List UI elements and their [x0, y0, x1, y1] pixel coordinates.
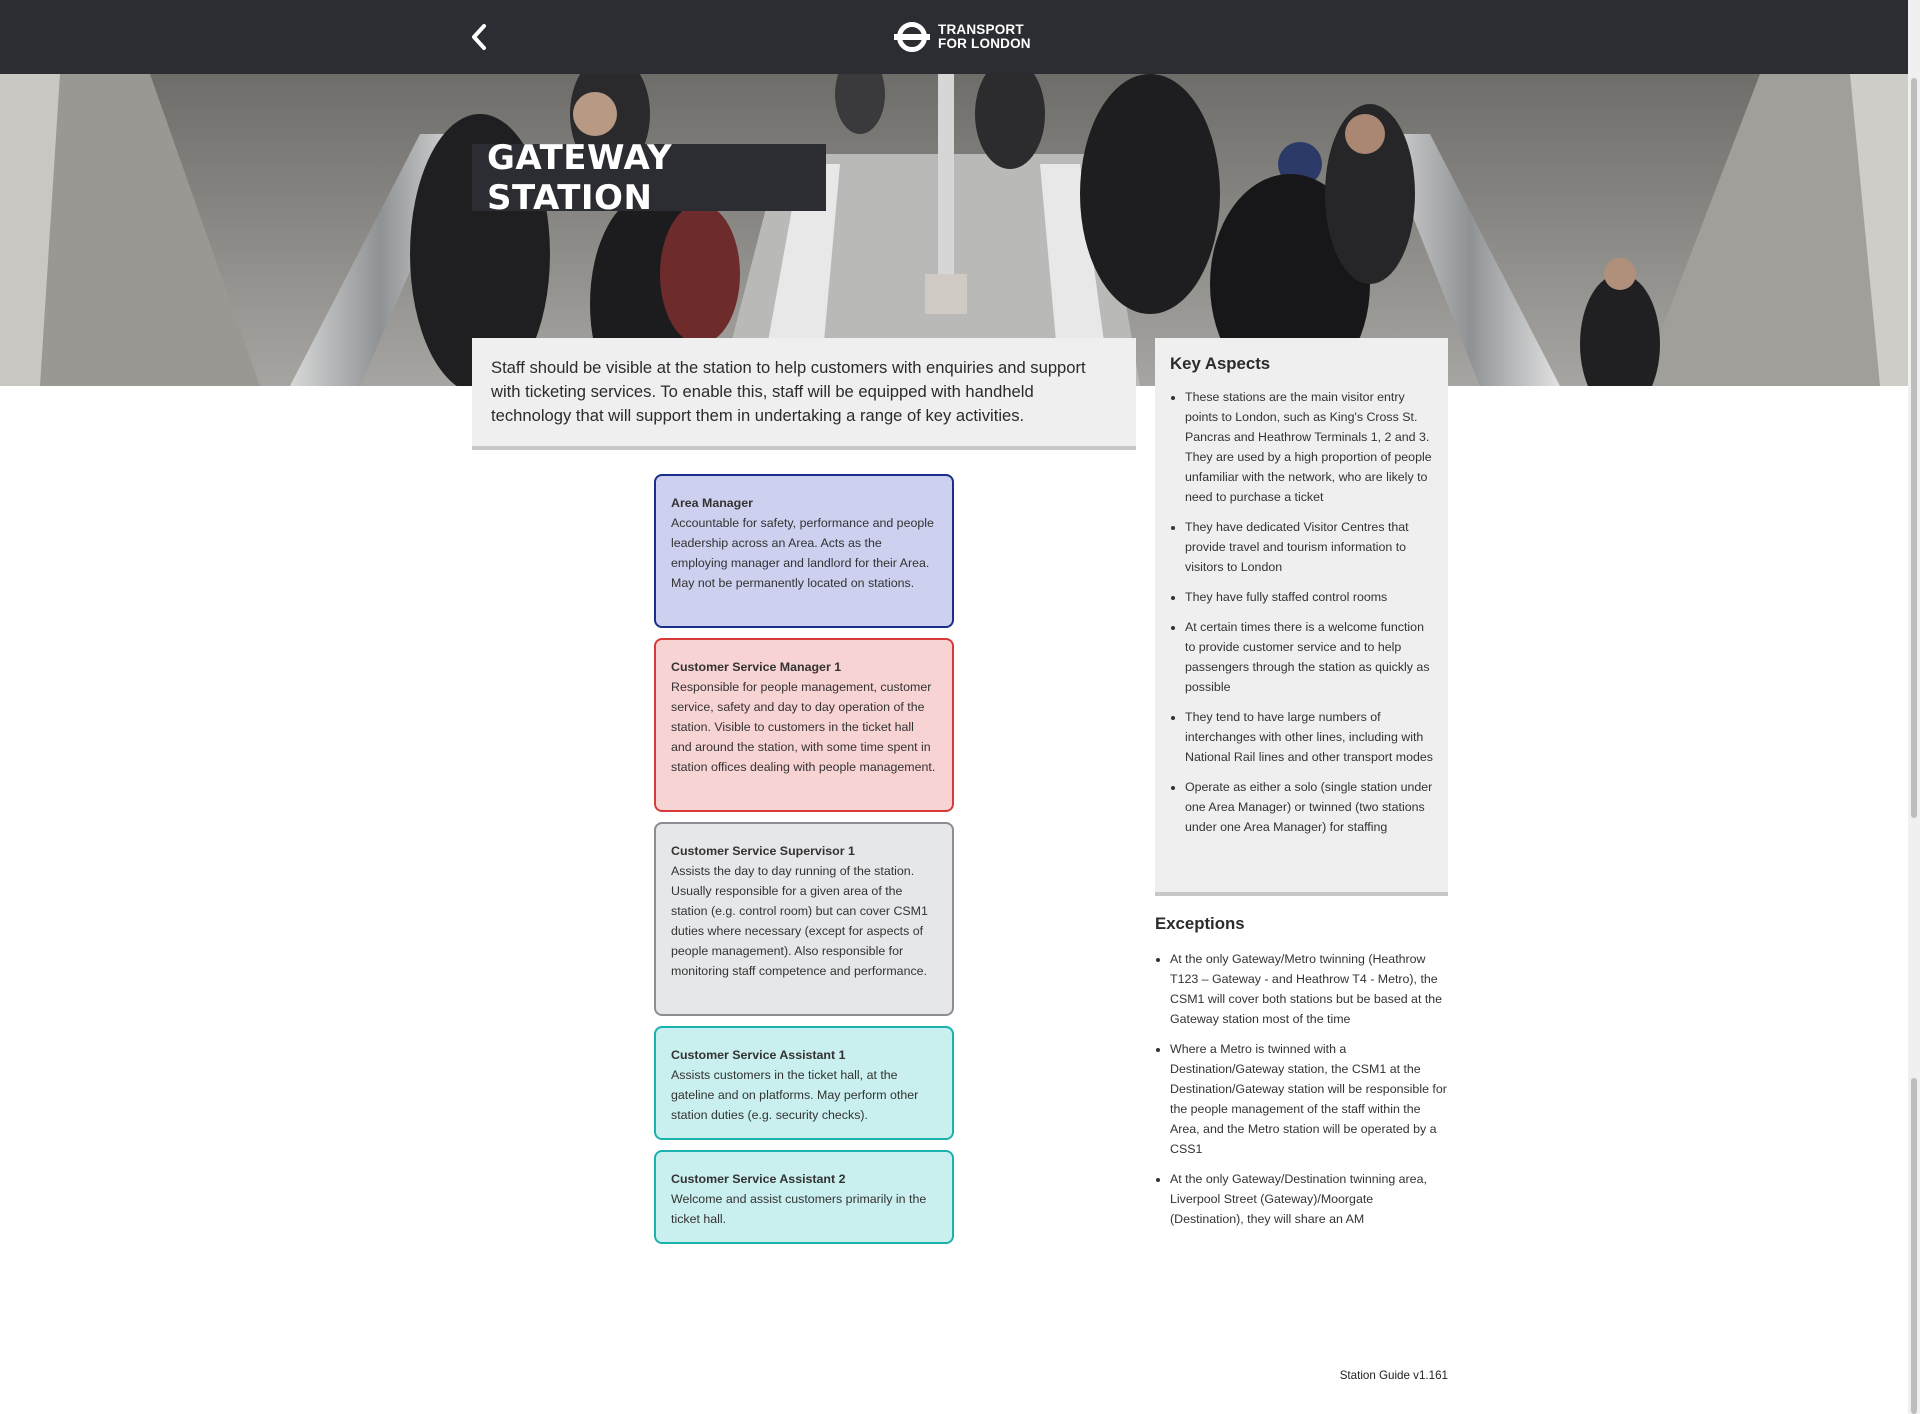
- list-item: They have fully staffed control rooms: [1185, 587, 1433, 607]
- chevron-left-icon: [472, 24, 486, 50]
- role-card-css1: Customer Service Supervisor 1 Assists th…: [654, 822, 954, 1016]
- logo-wordmark: TRANSPORT FOR LONDON: [938, 21, 1031, 52]
- intro-text: Staff should be visible at the station t…: [491, 358, 1086, 425]
- role-card-csm1: Customer Service Manager 1 Responsible f…: [654, 638, 954, 812]
- role-description: Responsible for people management, custo…: [671, 680, 936, 774]
- role-card-csa2: Customer Service Assistant 2 Welcome and…: [654, 1150, 954, 1244]
- role-description: Accountable for safety, performance and …: [671, 516, 934, 590]
- list-item: These stations are the main visitor entr…: [1185, 387, 1433, 507]
- exceptions-heading: Exceptions: [1155, 914, 1245, 933]
- list-item: At the only Gateway/Destination twinning…: [1170, 1169, 1448, 1229]
- list-item: They have dedicated Visitor Centres that…: [1185, 517, 1433, 577]
- role-title: Customer Service Assistant 2: [671, 1172, 846, 1186]
- intro-panel: Staff should be visible at the station t…: [472, 338, 1136, 450]
- list-item: They tend to have large numbers of inter…: [1185, 707, 1433, 767]
- scrollbar-thumb[interactable]: [1911, 78, 1917, 818]
- page-title-box: GATEWAY STATION: [472, 138, 826, 218]
- list-item: Where a Metro is twinned with a Destinat…: [1170, 1039, 1448, 1159]
- role-card-area-manager: Area Manager Accountable for safety, per…: [654, 474, 954, 628]
- logo-line-1: TRANSPORT: [938, 21, 1024, 37]
- exceptions-section: Exceptions At the only Gateway/Metro twi…: [1155, 914, 1448, 1239]
- role-title: Customer Service Assistant 1: [671, 1048, 846, 1062]
- role-description: Assists the day to day running of the st…: [671, 864, 928, 978]
- key-aspects-heading: Key Aspects: [1170, 354, 1271, 373]
- role-title: Customer Service Manager 1: [671, 660, 842, 674]
- roundel-icon: [894, 22, 930, 52]
- role-description: Assists customers in the ticket hall, at…: [671, 1068, 919, 1122]
- scrollbar[interactable]: [1908, 0, 1920, 1414]
- version-label: Station Guide v1.161: [1339, 1369, 1448, 1382]
- tfl-logo: TRANSPORT FOR LONDON: [893, 19, 1031, 55]
- role-card-csa1: Customer Service Assistant 1 Assists cus…: [654, 1026, 954, 1140]
- role-title: Area Manager: [671, 496, 753, 510]
- list-item: Operate as either a solo (single station…: [1185, 777, 1433, 837]
- top-bar: TRANSPORT FOR LONDON: [0, 0, 1920, 74]
- list-item: At the only Gateway/Metro twinning (Heat…: [1170, 949, 1448, 1029]
- key-aspects-list: These stations are the main visitor entr…: [1170, 387, 1433, 837]
- logo-line-2: FOR LONDON: [938, 36, 1031, 51]
- role-title: Customer Service Supervisor 1: [671, 844, 855, 858]
- scrollbar-thumb-secondary[interactable]: [1911, 1078, 1917, 1414]
- role-description: Welcome and assist customers primarily i…: [671, 1192, 927, 1226]
- key-aspects-panel: Key Aspects These stations are the main …: [1155, 338, 1448, 896]
- exceptions-list: At the only Gateway/Metro twinning (Heat…: [1155, 949, 1448, 1229]
- list-item: At certain times there is a welcome func…: [1185, 617, 1433, 697]
- back-button[interactable]: [466, 18, 492, 56]
- page-title: GATEWAY STATION: [487, 137, 673, 218]
